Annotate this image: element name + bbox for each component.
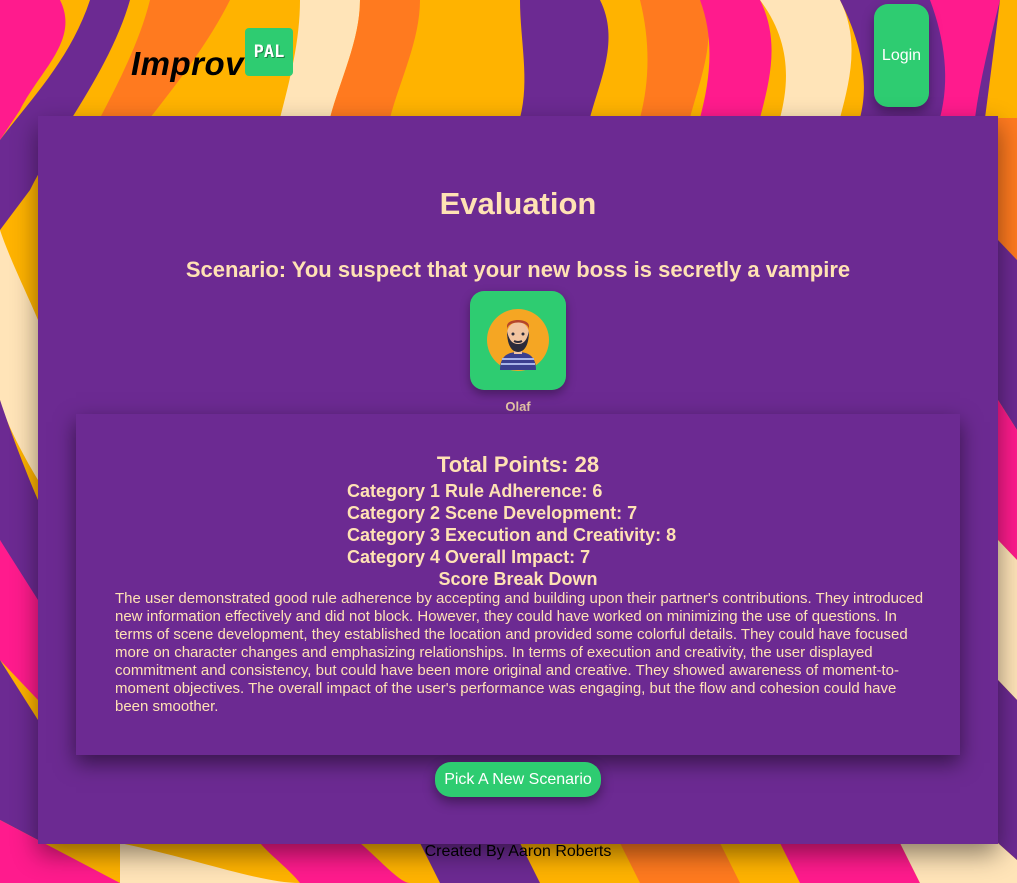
login-button[interactable]: Login <box>874 4 929 107</box>
footer-credit: Created By Aaron Roberts <box>424 843 612 860</box>
breakdown-title: Score Break Down <box>438 569 598 589</box>
logo-text: Improv <box>131 45 245 82</box>
feedback-text: The user demonstrated good rule adherenc… <box>115 590 924 715</box>
logo-badge: PAL <box>245 28 293 76</box>
partner-avatar[interactable] <box>470 291 566 390</box>
category-list: Category 1 Rule Adherence: 6 Category 2 … <box>347 480 676 568</box>
page-title: Evaluation <box>439 186 597 221</box>
category-item: Category 4 Overall Impact: 7 <box>347 547 591 567</box>
scenario-text: Scenario: You suspect that your new boss… <box>185 257 851 282</box>
total-points: Total Points: 28 <box>436 452 600 477</box>
category-item: Category 3 Execution and Creativity: 8 <box>347 525 677 545</box>
score-card: Total Points: 28 Category 1 Rule Adheren… <box>76 414 960 755</box>
bearded-man-avatar-icon <box>487 309 549 371</box>
category-item: Category 2 Scene Development: 7 <box>347 503 638 523</box>
evaluation-panel: Evaluation Scenario: You suspect that yo… <box>38 116 998 844</box>
partner-name: Olaf <box>505 399 531 414</box>
category-item: Category 1 Rule Adherence: 6 <box>347 481 603 501</box>
pick-new-scenario-button[interactable]: Pick A New Scenario <box>435 762 601 797</box>
